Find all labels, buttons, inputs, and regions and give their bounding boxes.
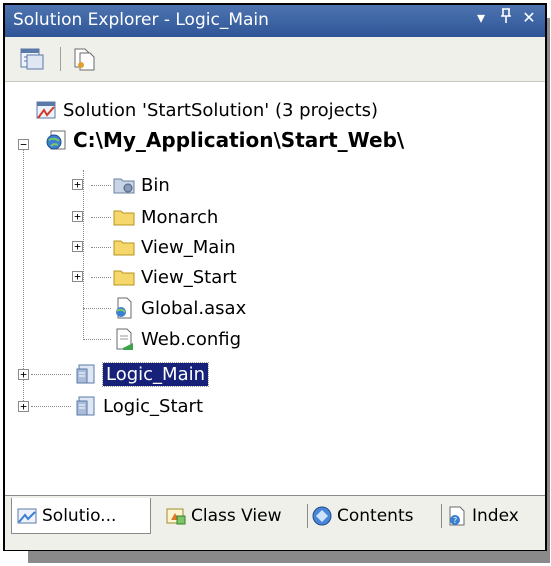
expand-toggle[interactable]: + bbox=[72, 271, 83, 282]
solution-icon bbox=[36, 101, 56, 119]
solution-icon bbox=[17, 508, 37, 523]
tree-solution-node[interactable]: Solution 'StartSolution' (3 projects) bbox=[35, 95, 378, 125]
solution-explorer-window: Solution Explorer - Logic_Main ▾ ✕ Solut… bbox=[3, 3, 547, 551]
tree-item-bin[interactable]: Bin bbox=[113, 170, 170, 200]
tree-item-web-config[interactable]: Web.config bbox=[113, 324, 241, 354]
tree-line bbox=[31, 374, 71, 375]
selected-project-label: Logic_Main bbox=[101, 361, 210, 387]
pin-icon[interactable] bbox=[495, 8, 517, 28]
tab-solution-explorer[interactable]: Solutio... bbox=[11, 498, 151, 534]
index-icon: ? bbox=[449, 506, 465, 526]
tab-index[interactable]: ? Index bbox=[446, 498, 542, 534]
window-shadow-bottom bbox=[28, 551, 549, 563]
collapse-toggle[interactable]: − bbox=[18, 139, 29, 150]
web-project-label: C:\My_Application\Start_Web\ bbox=[73, 128, 405, 152]
tree-line bbox=[91, 247, 111, 248]
toolbar-separator bbox=[60, 47, 61, 71]
window-title: Solution Explorer - Logic_Main bbox=[13, 10, 269, 30]
tree-line bbox=[91, 185, 111, 186]
tree-line bbox=[83, 170, 84, 340]
title-bar[interactable]: Solution Explorer - Logic_Main ▾ ✕ bbox=[5, 5, 545, 37]
properties-icon[interactable] bbox=[19, 46, 45, 72]
tree-line bbox=[31, 406, 71, 407]
tree-item-monarch[interactable]: Monarch bbox=[113, 202, 218, 232]
toolbar bbox=[5, 37, 545, 82]
tree-item-logic-main[interactable]: Logic_Main bbox=[75, 359, 210, 389]
expand-toggle[interactable]: + bbox=[72, 211, 83, 222]
show-all-files-icon[interactable] bbox=[71, 46, 97, 72]
expand-toggle[interactable]: + bbox=[18, 401, 29, 412]
tree-item-view-main[interactable]: View_Main bbox=[113, 232, 236, 262]
web-project-icon bbox=[46, 130, 66, 150]
expand-toggle[interactable]: + bbox=[72, 179, 83, 190]
tree-item-view-start[interactable]: View_Start bbox=[113, 262, 237, 292]
tree-line bbox=[83, 339, 111, 340]
contents-icon bbox=[312, 506, 332, 526]
bottom-tab-strip: Solutio... Class View Contents ? Index bbox=[5, 495, 545, 550]
folder-icon bbox=[113, 240, 135, 256]
close-icon[interactable]: ✕ bbox=[518, 8, 540, 27]
global-asax-icon bbox=[116, 297, 132, 319]
tab-class-view[interactable]: Class View bbox=[165, 498, 305, 534]
tree-line bbox=[83, 308, 111, 309]
config-file-icon bbox=[116, 328, 133, 350]
tree-web-project-node[interactable]: C:\My_Application\Start_Web\ bbox=[45, 125, 404, 155]
tab-contents[interactable]: Contents bbox=[311, 498, 439, 534]
tree-line bbox=[91, 217, 111, 218]
expand-toggle[interactable]: + bbox=[72, 241, 83, 252]
class-library-icon bbox=[76, 364, 95, 384]
class-library-icon bbox=[76, 396, 95, 416]
expand-toggle[interactable]: + bbox=[18, 369, 29, 380]
bin-folder-icon bbox=[113, 178, 135, 194]
tab-separator bbox=[441, 504, 442, 528]
solution-label: Solution 'StartSolution' (3 projects) bbox=[63, 99, 379, 121]
dropdown-icon[interactable]: ▾ bbox=[470, 8, 492, 27]
folder-icon bbox=[113, 270, 135, 286]
tree-line bbox=[91, 277, 111, 278]
solution-tree: Solution 'StartSolution' (3 projects) − … bbox=[5, 82, 545, 494]
svg-text:?: ? bbox=[453, 516, 457, 525]
tree-item-logic-start[interactable]: Logic_Start bbox=[75, 391, 203, 421]
tree-item-global-asax[interactable]: Global.asax bbox=[113, 293, 246, 323]
class-view-icon bbox=[166, 508, 186, 525]
folder-icon bbox=[113, 210, 135, 226]
tab-separator bbox=[307, 504, 308, 528]
